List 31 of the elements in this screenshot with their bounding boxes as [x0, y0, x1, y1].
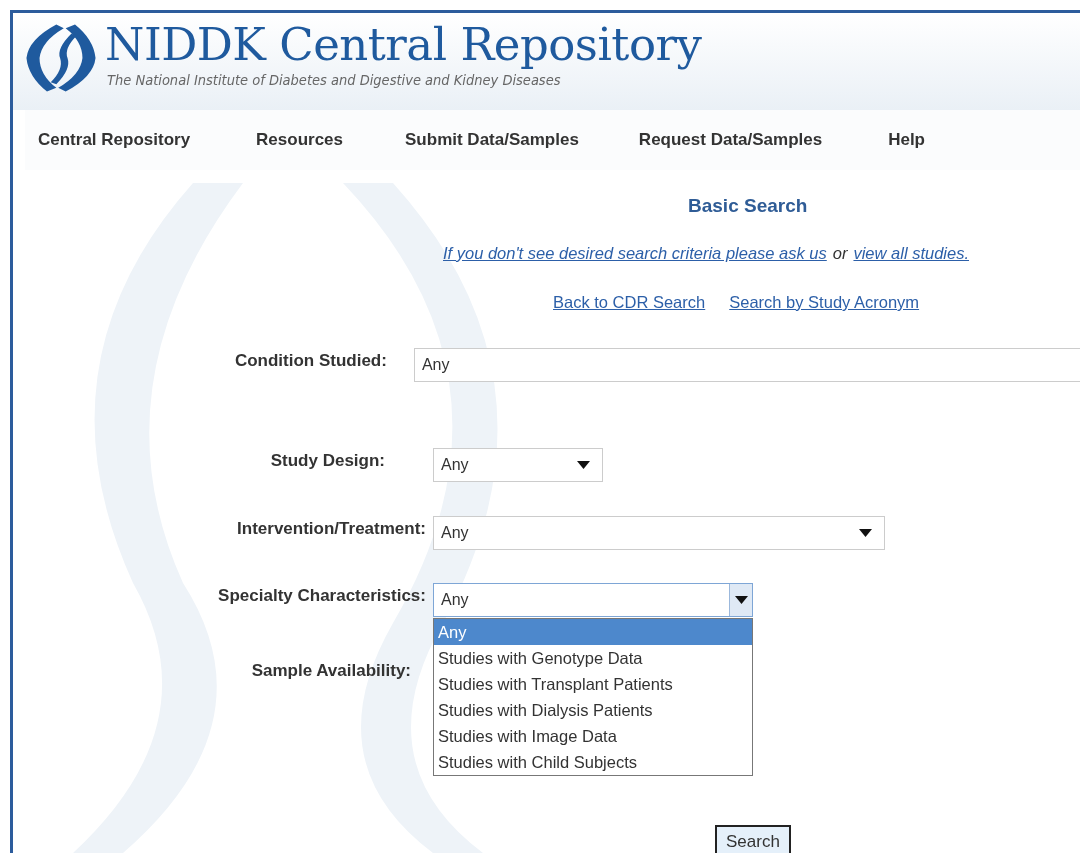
site-title: NIDDK Central Repository	[105, 18, 702, 72]
nav-link[interactable]: Help	[888, 130, 925, 150]
search-link[interactable]: Back to CDR Search	[553, 293, 706, 312]
caret-icon	[576, 461, 590, 469]
dropdown[interactable]: Any	[433, 516, 885, 550]
nav-link[interactable]: Request Data/Samples	[638, 130, 823, 150]
search-link[interactable]: Search by Study Acronym	[729, 293, 920, 312]
dropdown[interactable]: Any	[433, 448, 603, 482]
field-label: Condition Studied:	[233, 351, 388, 371]
caret-icon	[858, 529, 872, 537]
field-label: Specialty Characteristics:	[217, 586, 427, 606]
caret-icon	[734, 596, 748, 604]
view-all-studies-link[interactable]: view all studies.	[853, 244, 969, 263]
dropdown-option[interactable]: Studies with Image Data	[434, 723, 752, 749]
help-text: or	[832, 244, 848, 263]
dropdown-option[interactable]: Studies with Dialysis Patients	[434, 697, 752, 723]
nav-link[interactable]: Submit Data/Samples	[405, 130, 579, 150]
dropdown-option[interactable]: Studies with Child Subjects	[434, 749, 752, 775]
field-label: Intervention/Treatment:	[236, 519, 427, 539]
ask-us-link[interactable]: If you don't see desired search criteria please ask us	[443, 244, 827, 263]
field-label: Sample Availability:	[250, 661, 412, 681]
nav-link[interactable]: Central Repository	[38, 130, 191, 150]
dropdown-option[interactable]: Any	[434, 619, 752, 645]
field-label: Study Design:	[269, 451, 386, 471]
site-subtitle: The National Institute of Diabetes and Digestive and Kidney Diseases	[107, 72, 562, 88]
dropdown-option[interactable]: Studies with Transplant Patients	[434, 671, 752, 697]
dropdown-option[interactable]: Studies with Genotype Data	[434, 645, 752, 671]
page-title: Basic Search	[688, 195, 809, 217]
nav-link[interactable]: Resources	[256, 130, 344, 150]
search-button[interactable]: Search	[715, 825, 791, 853]
condition-field[interactable]: Any	[413, 348, 1080, 382]
